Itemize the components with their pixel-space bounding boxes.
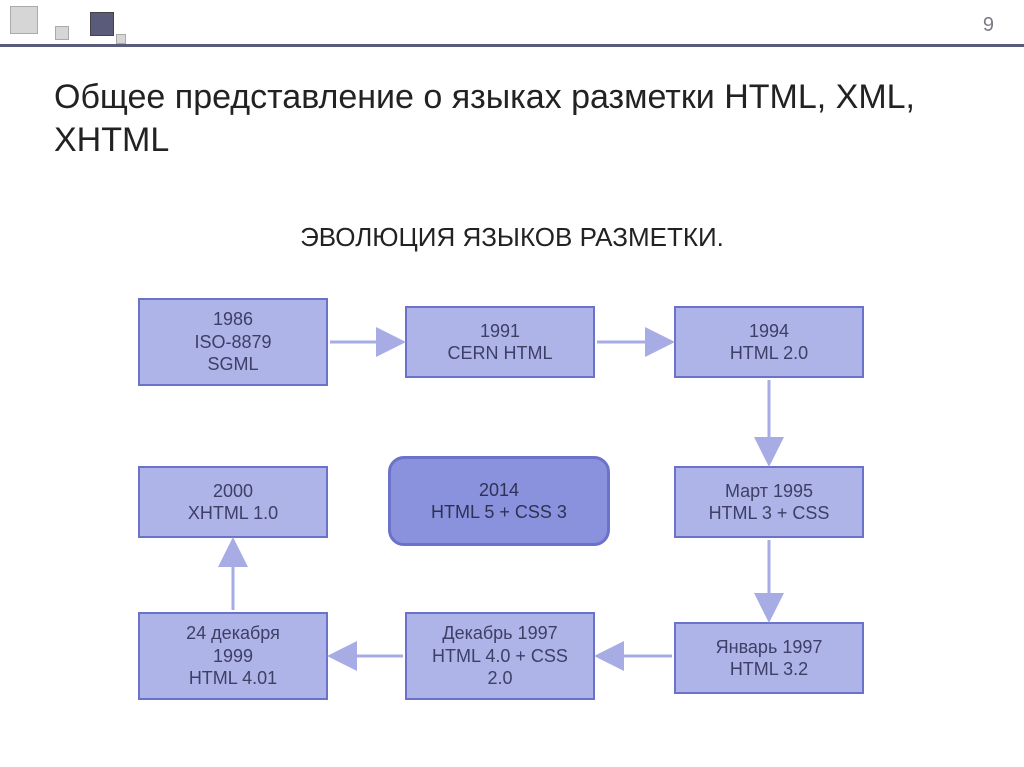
box-line: Декабрь 1997 <box>442 622 557 645</box>
box-html401: 24 декабря 1999 HTML 4.01 <box>138 612 328 700</box>
diagram-canvas: 1986 ISO-8879 SGML 1991 CERN HTML 1994 H… <box>0 0 1024 767</box>
box-line: 1999 <box>213 645 253 668</box>
box-line: Январь 1997 <box>716 636 823 659</box>
box-line: 1986 <box>213 308 253 331</box>
box-line: SGML <box>207 353 258 376</box>
box-line: 2000 <box>213 480 253 503</box>
box-sgml: 1986 ISO-8879 SGML <box>138 298 328 386</box>
box-line: 2014 <box>479 479 519 502</box>
box-line: CERN HTML <box>447 342 552 365</box>
box-line: HTML 2.0 <box>730 342 808 365</box>
box-line: 24 декабря <box>186 622 280 645</box>
box-line: HTML 4.0 + CSS <box>432 645 568 668</box>
box-line: HTML 3.2 <box>730 658 808 681</box>
box-line: 1991 <box>480 320 520 343</box>
box-html5-css3: 2014 HTML 5 + CSS 3 <box>388 456 610 546</box>
box-cern-html: 1991 CERN HTML <box>405 306 595 378</box>
box-html3-css: Март 1995 HTML 3 + CSS <box>674 466 864 538</box>
box-line: HTML 4.01 <box>189 667 277 690</box>
box-line: Март 1995 <box>725 480 813 503</box>
box-line: 1994 <box>749 320 789 343</box>
box-line: ISO-8879 <box>194 331 271 354</box>
box-line: 2.0 <box>487 667 512 690</box>
box-xhtml1: 2000 XHTML 1.0 <box>138 466 328 538</box>
box-line: XHTML 1.0 <box>188 502 278 525</box>
box-html2: 1994 HTML 2.0 <box>674 306 864 378</box>
box-line: HTML 5 + CSS 3 <box>431 501 567 524</box>
box-html40-css2: Декабрь 1997 HTML 4.0 + CSS 2.0 <box>405 612 595 700</box>
box-line: HTML 3 + CSS <box>709 502 830 525</box>
box-html32: Январь 1997 HTML 3.2 <box>674 622 864 694</box>
